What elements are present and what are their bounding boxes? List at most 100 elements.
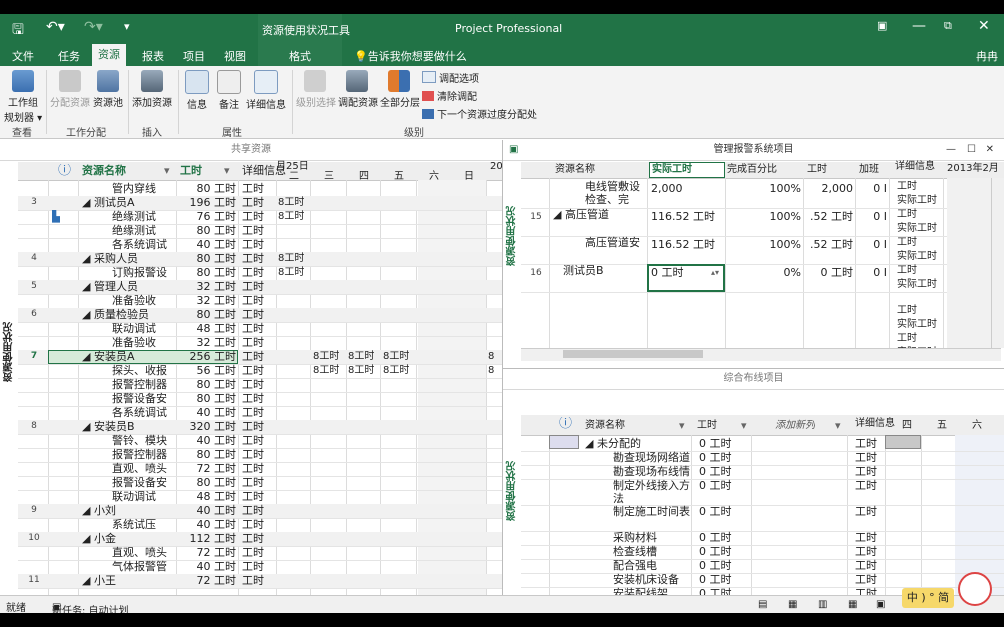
tab-project[interactable]: 项目 <box>183 48 205 64</box>
resource-name-cell[interactable]: 报警控制器 <box>112 378 176 392</box>
timephased-cell[interactable] <box>313 490 346 504</box>
timephased-cell[interactable] <box>278 532 311 546</box>
timephased-cell[interactable]: 8工时 <box>278 196 311 210</box>
timephased-cell[interactable] <box>383 504 416 518</box>
work-cell[interactable]: 80 工时 <box>180 392 237 406</box>
resource-name-cell[interactable]: ◢ 采购人员 <box>82 252 176 266</box>
col-work[interactable]: 工时 <box>697 419 717 433</box>
right-top-view-bar[interactable]: 资源使用状况 <box>503 162 521 348</box>
level-resource-button[interactable]: 调配资源 <box>338 70 378 109</box>
timephased-cell[interactable] <box>313 532 346 546</box>
timephased-cell[interactable] <box>348 560 381 574</box>
timephased-cell[interactable] <box>418 224 451 238</box>
resource-name-cell[interactable]: 报警控制器 <box>112 448 176 462</box>
view-gantt-icon[interactable]: ▤ <box>758 599 767 610</box>
timephased-cell[interactable] <box>418 238 451 252</box>
percent-cell[interactable]: 100% <box>729 210 801 224</box>
assign-resources-button[interactable]: 分配资源 <box>50 70 90 109</box>
work-cell[interactable]: 0 工时 <box>699 437 749 451</box>
col-work[interactable]: 工时 <box>180 164 202 178</box>
resource-name-cell[interactable]: 制定施工时间表 <box>613 505 691 531</box>
timephased-cell[interactable]: 8工时 <box>278 252 311 266</box>
work-cell[interactable]: 0 工时 <box>699 587 749 595</box>
timephased-cell[interactable] <box>278 378 311 392</box>
timephased-cell[interactable]: 8工时 <box>278 266 311 280</box>
col-actual-work[interactable]: 实际工时 <box>649 162 725 178</box>
resource-name-cell[interactable]: 制定外线接入方法 <box>613 479 691 505</box>
resource-name-cell[interactable]: ◢ 管理人员 <box>82 280 176 294</box>
timephased-cell[interactable] <box>383 490 416 504</box>
work-cell[interactable]: 40 工时 <box>180 434 237 448</box>
work-cell[interactable]: 0 工时 <box>699 573 749 587</box>
undo-icon[interactable]: ↶▾ <box>46 19 65 35</box>
timephased-cell[interactable] <box>278 336 311 350</box>
timephased-cell[interactable] <box>418 518 451 532</box>
resource-name-cell[interactable]: ◢ 测试员A <box>82 196 176 210</box>
timephased-cell[interactable] <box>278 350 311 364</box>
resource-name-cell[interactable]: 准备验收 <box>112 294 176 308</box>
spinner-icon[interactable]: ▴▾ <box>711 266 723 280</box>
timephased-cell[interactable] <box>418 364 451 378</box>
timephased-cell[interactable] <box>418 476 451 490</box>
scroll-thumb[interactable] <box>563 350 703 358</box>
work-cell[interactable]: 256 工时 <box>180 350 237 364</box>
timephased-cell[interactable] <box>313 266 346 280</box>
timephased-cell[interactable] <box>383 182 416 196</box>
timephased-cell[interactable] <box>348 294 381 308</box>
timephased-cell[interactable] <box>348 196 381 210</box>
timephased-cell[interactable] <box>383 476 416 490</box>
overtime-cell[interactable]: 0 I <box>857 266 887 280</box>
timephased-cell[interactable] <box>313 448 346 462</box>
timephased-cell[interactable] <box>383 406 416 420</box>
timephased-cell[interactable] <box>313 560 346 574</box>
timephased-cell[interactable] <box>383 560 416 574</box>
resource-name-cell[interactable]: 订购报警设 <box>112 266 176 280</box>
timephased-cell[interactable] <box>418 546 451 560</box>
add-resources-button[interactable]: 添加资源 <box>132 70 172 109</box>
timephased-cell[interactable] <box>313 378 346 392</box>
work-cell[interactable]: 40 工时 <box>180 518 237 532</box>
timephased-cell[interactable] <box>313 336 346 350</box>
resource-name-cell[interactable]: ◢ 安装员A <box>82 350 176 364</box>
timephased-cell[interactable] <box>278 462 311 476</box>
left-view-bar[interactable]: 资源使用状况 <box>0 162 18 595</box>
work-cell[interactable]: 72 工时 <box>180 574 237 588</box>
timephased-cell[interactable] <box>383 322 416 336</box>
timephased-cell[interactable] <box>313 546 346 560</box>
resource-name-cell[interactable]: 配合强电 <box>613 559 691 573</box>
work-cell[interactable]: 0 工时 <box>699 465 749 479</box>
resource-name-cell[interactable]: 联动调试 <box>112 322 176 336</box>
timephased-cell[interactable] <box>348 434 381 448</box>
timephased-cell[interactable] <box>348 238 381 252</box>
mascot-icon[interactable] <box>958 572 992 606</box>
timephased-cell[interactable] <box>348 420 381 434</box>
timephased-cell[interactable] <box>278 406 311 420</box>
tell-me-search[interactable]: 💡告诉我你想要做什么 <box>354 48 467 64</box>
col-name-filter-icon[interactable]: ▾ <box>679 419 685 433</box>
timephased-cell[interactable] <box>278 224 311 238</box>
information-button[interactable]: 信息 <box>184 70 210 111</box>
timephased-cell[interactable] <box>278 308 311 322</box>
redo-icon[interactable]: ↷▾ <box>84 19 103 35</box>
timephased-cell[interactable] <box>348 490 381 504</box>
work-cell[interactable]: 80 工时 <box>180 448 237 462</box>
work-cell[interactable]: 76 工时 <box>180 210 237 224</box>
timephased-cell[interactable] <box>383 308 416 322</box>
save-icon[interactable]: 🖫 <box>12 19 24 43</box>
timephased-cell[interactable] <box>418 182 451 196</box>
overtime-cell[interactable]: 0 I <box>857 210 887 224</box>
col-work-filter-icon[interactable]: ▾ <box>741 419 747 433</box>
timephased-cell[interactable] <box>278 392 311 406</box>
work-cell[interactable]: 32 工时 <box>180 294 237 308</box>
percent-cell[interactable]: 100% <box>729 182 801 196</box>
resource-pool-button[interactable]: 资源池 <box>92 70 124 109</box>
timephased-cell[interactable]: 8工时 <box>348 350 381 364</box>
timephased-cell[interactable] <box>383 336 416 350</box>
col-work[interactable]: 工时 <box>807 163 827 177</box>
resource-name-cell[interactable]: 各系统调试 <box>112 238 176 252</box>
timephased-cell[interactable] <box>383 210 416 224</box>
timephased-cell[interactable] <box>348 308 381 322</box>
work-cell[interactable]: .52 工时 <box>805 238 853 252</box>
timephased-cell[interactable] <box>383 546 416 560</box>
timephased-cell[interactable]: 8工时 <box>313 364 346 378</box>
